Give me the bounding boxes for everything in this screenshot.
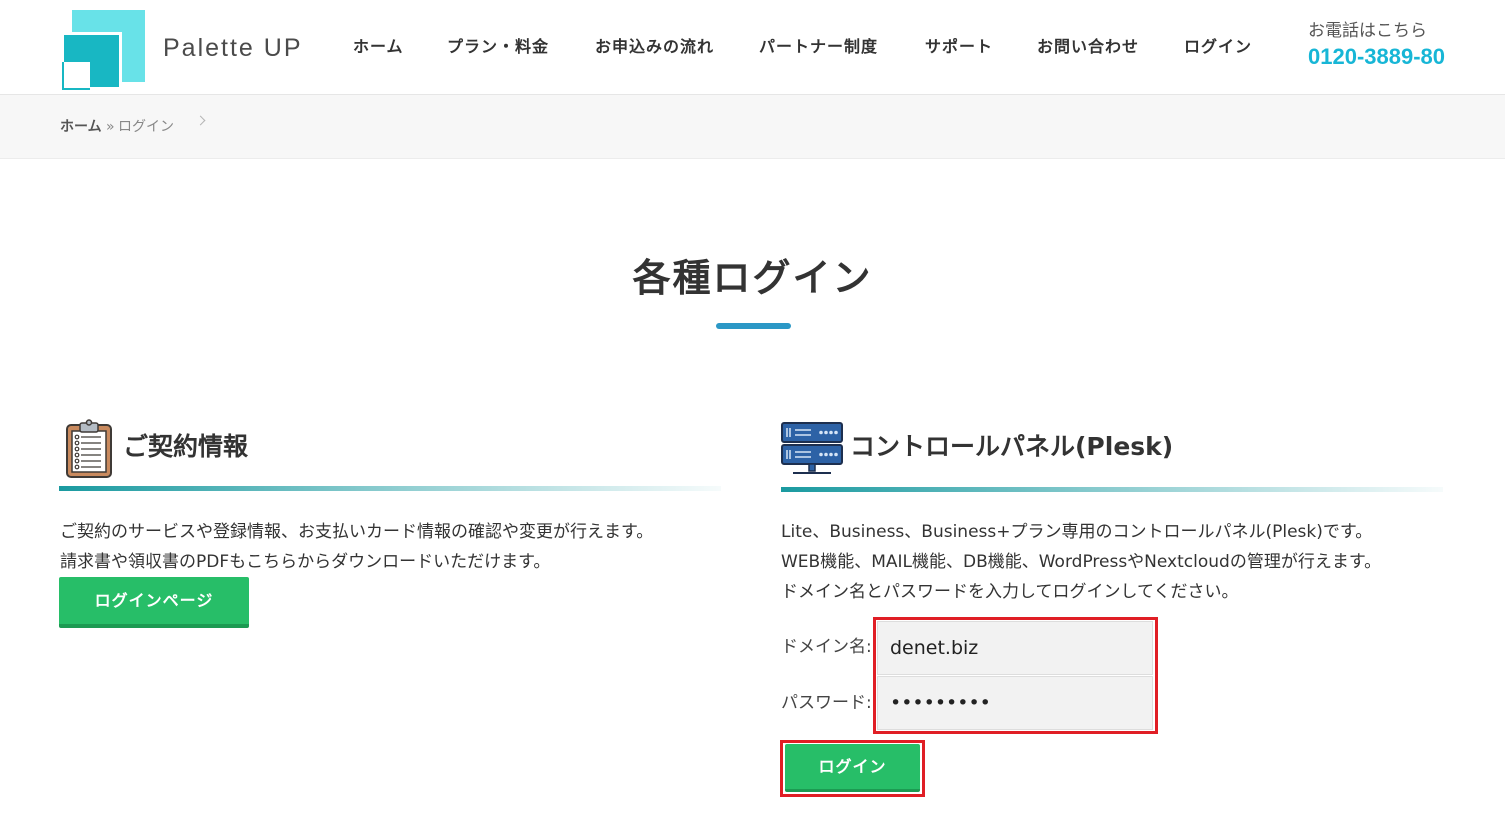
nav-item-partner[interactable]: パートナー制度	[759, 37, 878, 57]
password-input[interactable]	[877, 676, 1153, 730]
title-underline	[716, 323, 791, 329]
clipboard-icon	[65, 419, 113, 483]
phone-label: お電話はこちら	[1308, 21, 1427, 41]
breadcrumb-current: ログイン	[118, 119, 174, 135]
domain-input[interactable]	[877, 621, 1153, 675]
login-page-button[interactable]: ログインページ	[59, 577, 249, 628]
password-label: パスワード:	[781, 693, 872, 713]
contract-heading: ご契約情報	[123, 432, 249, 461]
plesk-description-line: ドメイン名とパスワードを入力してログインしてください。	[781, 582, 1239, 602]
nav-item-application-flow[interactable]: お申込みの流れ	[595, 37, 714, 57]
breadcrumb-home-link[interactable]: ホーム	[60, 118, 102, 136]
nav-item-plans[interactable]: プラン・料金	[447, 37, 549, 57]
contract-description: ご契約のサービスや登録情報、お支払いカード情報の確認や変更が行えます。 請求書や…	[60, 517, 653, 577]
phone-number[interactable]: 0120-3889-80	[1308, 44, 1445, 70]
plesk-description-line: WEB機能、MAIL機能、DB機能、WordPressやNextcloudの管理…	[781, 552, 1382, 572]
nav-item-home[interactable]: ホーム	[353, 37, 404, 57]
nav-item-support[interactable]: サポート	[925, 37, 993, 57]
server-icon	[781, 422, 843, 480]
nav-item-login[interactable]: ログイン	[1184, 37, 1252, 57]
breadcrumb-separator: »	[106, 119, 115, 135]
plesk-description: Lite、Business、Business+プラン専用のコントロールパネル(P…	[781, 517, 1381, 607]
plesk-login-button[interactable]: ログイン	[785, 744, 920, 792]
plesk-heading: コントロールパネル(Plesk)	[850, 432, 1174, 461]
domain-label: ドメイン名:	[781, 637, 872, 657]
contract-description-line: 請求書や領収書のPDFもこちらからダウンロードいただけます。	[60, 552, 551, 572]
contract-heading-divider	[59, 486, 721, 491]
plesk-heading-divider	[781, 487, 1443, 492]
plesk-description-line: Lite、Business、Business+プラン専用のコントロールパネル(P…	[781, 522, 1373, 542]
page-title: 各種ログイン	[632, 256, 873, 300]
site-header: Palette UP ホーム プラン・料金 お申込みの流れ パートナー制度 サポ…	[0, 0, 1505, 95]
nav-item-contact[interactable]: お問い合わせ	[1037, 37, 1139, 57]
breadcrumb	[0, 95, 1505, 159]
logo-text[interactable]: Palette UP	[163, 32, 303, 64]
contract-description-line: ご契約のサービスや登録情報、お支払いカード情報の確認や変更が行えます。	[60, 522, 654, 542]
